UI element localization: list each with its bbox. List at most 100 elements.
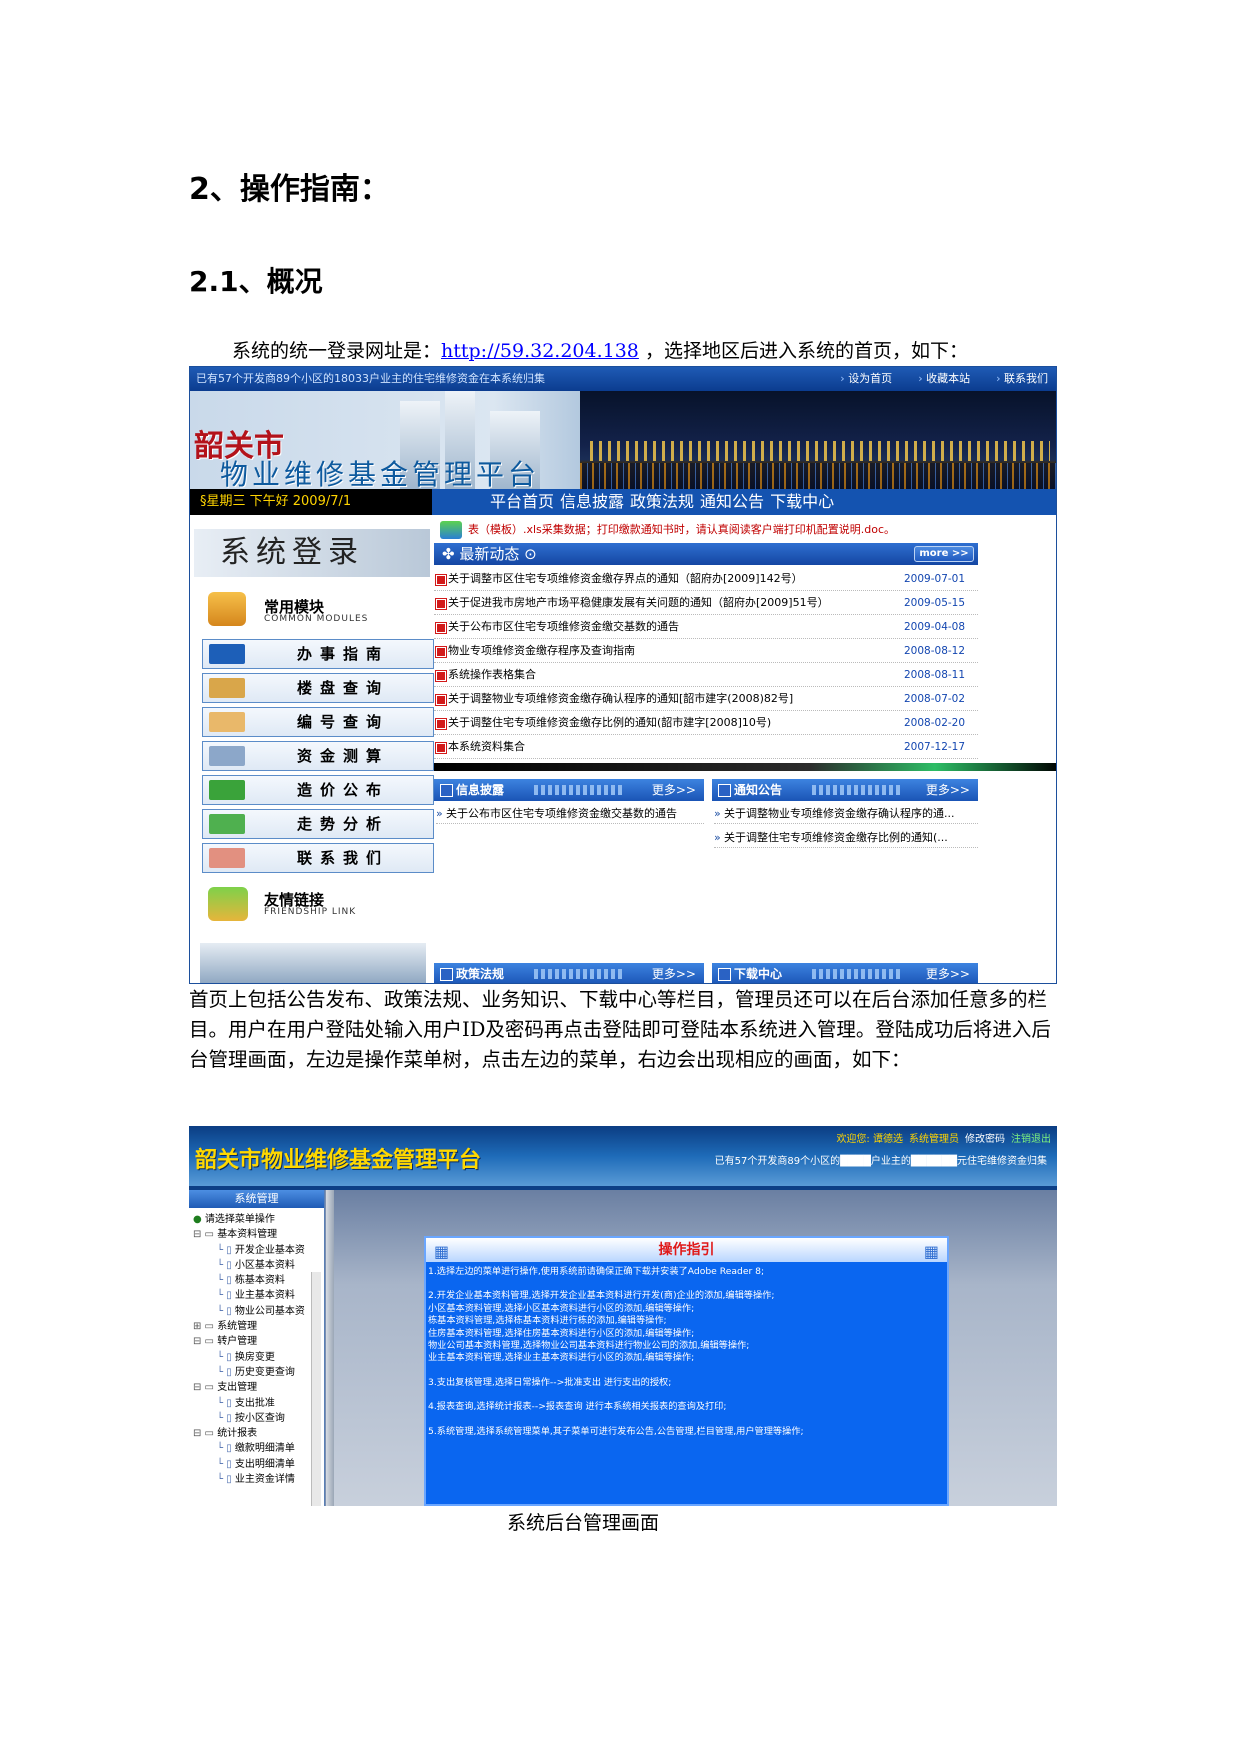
news-row[interactable]: 关于促进我市房地产市场平稳健康发展有关问题的通知（韶府办[2009]51号） 20… — [434, 591, 978, 615]
nav-notice[interactable]: 通知公告 — [700, 489, 764, 515]
news-row[interactable]: 系统操作表格集合 2008-08-11 — [434, 663, 978, 687]
tree-leaf-item[interactable]: 栋基本资料 — [193, 1273, 319, 1288]
menu-property-query[interactable]: 楼盘查询 — [202, 673, 434, 703]
panel-splitter[interactable] — [326, 1190, 334, 1506]
info-more-link[interactable]: 更多>> — [652, 779, 696, 801]
menu-label: 楼盘查询 — [297, 679, 390, 697]
tree-group-item[interactable]: 统计报表 — [193, 1426, 319, 1441]
logout-link[interactable]: 注销退出 — [1011, 1130, 1051, 1145]
portal-left-column: 系统登录 常用模块 COMMON MODULES 办事指南 楼盘查询 编号查询 … — [190, 515, 434, 983]
tree-leaf-item[interactable]: 历史变更查询 — [193, 1365, 319, 1380]
nav-download[interactable]: 下载中心 — [770, 489, 834, 515]
news-more-button[interactable]: more >> — [914, 546, 974, 562]
download-more-link[interactable]: 更多>> — [926, 963, 970, 983]
notice-text: 表（模板）.xls采集数据；打印缴款通知书时，请认真阅读客户端打印机配置说明.d… — [468, 523, 896, 536]
news-row[interactable]: 关于调整市区住宅专项维修资金缴存界点的通知（韶府办[2009]142号） 2009… — [434, 567, 978, 591]
menu-guide[interactable]: 办事指南 — [202, 639, 434, 669]
menu-label: 联系我们 — [297, 849, 390, 867]
menu-trend[interactable]: 走势分析 — [202, 809, 434, 839]
news-item-date: 2009-04-08 — [904, 621, 966, 633]
panel-dots — [812, 785, 902, 795]
tree-leaf-item[interactable]: 业主资金详情 — [193, 1472, 319, 1487]
tree-leaf-item[interactable]: 物业公司基本资 — [193, 1304, 319, 1319]
news-row[interactable]: 关于公布市区住宅专项维修资金缴交基数的通告 2009-04-08 — [434, 615, 978, 639]
description-paragraph: 首页上包括公告发布、政策法规、业务知识、下载中心等栏目，管理员还可以在后台添加任… — [189, 988, 1051, 1071]
figure-caption: 系统后台管理画面 — [507, 1512, 660, 1534]
tree-leaf-item[interactable]: 支出批准 — [193, 1396, 319, 1411]
menu-tree-header: 系统管理 — [189, 1190, 324, 1208]
nav-info[interactable]: 信息披露 — [560, 489, 624, 515]
common-modules-header: 常用模块 COMMON MODULES — [200, 590, 430, 630]
tree-leaf-item[interactable]: 业主基本资料 — [193, 1288, 319, 1303]
tree-scrollbar[interactable] — [311, 1272, 321, 1506]
nav-policy[interactable]: 政策法规 — [630, 489, 694, 515]
menu-fund-calc[interactable]: 资金测算 — [202, 741, 434, 771]
date-greeting: §星期三 下午好 2009/7/1 — [190, 489, 432, 515]
notice-item[interactable]: 关于调整住宅专项维修资金缴存比例的通知(... — [714, 829, 978, 848]
tree-leaf-item[interactable]: 小区基本资料 — [193, 1258, 319, 1273]
notice-item[interactable]: 关于调整物业专项维修资金缴存确认程序的通... — [714, 805, 978, 824]
news-item-title: 本系统资料集合 — [448, 740, 525, 753]
divider-bar — [434, 763, 1056, 771]
news-item-date: 2008-02-20 — [904, 717, 966, 729]
info-item[interactable]: 关于公布市区住宅专项维修资金缴交基数的通告 — [436, 805, 704, 824]
subsection-heading: 2.1、概况 — [189, 265, 323, 298]
tree-leaf-item[interactable]: 按小区查询 — [193, 1411, 319, 1426]
admin-content-area: 操作指引 1.选择左边的菜单进行操作,使用系统前请确保正确下载并安装了Adobe… — [334, 1190, 1057, 1506]
set-homepage-link[interactable]: 设为首页 — [840, 367, 892, 391]
nav-home[interactable]: 平台首页 — [490, 489, 554, 515]
menu-contact[interactable]: 联系我们 — [202, 843, 434, 873]
notice-panel-header: 通知公告 更多>> — [712, 779, 978, 801]
policy-more-link[interactable]: 更多>> — [652, 963, 696, 983]
news-row[interactable]: 本系统资料集合 2007-12-17 — [434, 735, 978, 759]
menu-tree: 请选择菜单操作基本资料管理开发企业基本资小区基本资料栋基本资料业主基本资料物业公… — [193, 1212, 319, 1487]
menu-label: 走势分析 — [297, 815, 390, 833]
tree-root-item[interactable]: 请选择菜单操作 — [193, 1212, 319, 1227]
intro-after: ，选择地区后进入系统的首页，如下： — [638, 340, 968, 362]
portal-stat-text: 已有57个开发商89个小区的18033户业主的住宅维修资金在本系统归集 — [196, 372, 545, 385]
info-panel-header: 信息披露 更多>> — [434, 779, 704, 801]
guide-line: 4.报表查询,选择统计报表-->报表查询 进行本系统相关报表的查询及打印; — [428, 1401, 727, 1413]
guide-title: 操作指引 — [426, 1238, 947, 1264]
tree-leaf-item[interactable]: 换房变更 — [193, 1350, 319, 1365]
guide-line: 住房基本资料管理,选择住房基本资料进行小区的添加,编辑等操作; — [428, 1327, 695, 1339]
bookmark-link[interactable]: 收藏本站 — [918, 367, 970, 391]
menu-price[interactable]: 造价公布 — [202, 775, 434, 805]
contact-link[interactable]: 联系我们 — [996, 367, 1048, 391]
news-item-title: 关于促进我市房地产市场平稳健康发展有关问题的通知（韶府办[2009]51号） — [448, 596, 829, 609]
news-row[interactable]: 关于调整住宅专项维修资金缴存比例的通知(韶市建字[2008]10号) 2008-0… — [434, 711, 978, 735]
guide-line: 1.选择左边的菜单进行操作,使用系统前请确保正确下载并安装了Adobe Read… — [428, 1266, 765, 1277]
city-thumbnail — [200, 943, 426, 983]
role-text: 系统管理员 — [909, 1134, 959, 1145]
policy-panel-header: 政策法规 更多>> — [434, 963, 704, 983]
tree-group-item[interactable]: 转户管理 — [193, 1334, 319, 1349]
tree-group-item[interactable]: 支出管理 — [193, 1380, 319, 1395]
news-item-date: 2009-05-15 — [904, 597, 966, 609]
menu-code-query[interactable]: 编号查询 — [202, 707, 434, 737]
login-title[interactable]: 系统登录 — [194, 529, 430, 577]
news-item-title: 关于调整物业专项维修资金缴存确认程序的通知[韶市建字(2008)82号] — [448, 692, 794, 705]
river-reflection — [580, 463, 1056, 489]
download-panel-header: 下载中心 更多>> — [712, 963, 978, 983]
news-item-title: 关于调整市区住宅专项维修资金缴存界点的通知（韶府办[2009]142号） — [448, 572, 803, 585]
panel-title: 通知公告 — [734, 783, 783, 797]
notice-more-link[interactable]: 更多>> — [926, 779, 970, 801]
news-row[interactable]: 物业专项维修资金缴存程序及查询指南 2008-08-12 — [434, 639, 978, 663]
tree-leaf-item[interactable]: 缴款明细清单 — [193, 1441, 319, 1456]
modules-icon — [208, 592, 246, 626]
menu-label: 办事指南 — [297, 645, 390, 663]
change-password-link[interactable]: 修改密码 — [965, 1130, 1005, 1145]
tree-leaf-item[interactable]: 支出明细清单 — [193, 1457, 319, 1472]
guide-line: 5.系统管理,选择系统管理菜单,其子菜单可进行发布公告,公告管理,栏目管理,用户… — [428, 1425, 804, 1437]
news-item-date: 2009-07-01 — [904, 573, 966, 585]
tree-group-item[interactable]: 基本资料管理 — [193, 1227, 319, 1242]
panel-title: 信息披露 — [456, 783, 505, 797]
tree-group-item[interactable]: 系统管理 — [193, 1319, 319, 1334]
news-item-title: 关于调整住宅专项维修资金缴存比例的通知(韶市建字[2008]10号) — [448, 716, 772, 729]
modules-en: COMMON MODULES — [264, 614, 369, 624]
menu-label: 造价公布 — [297, 781, 390, 799]
news-row[interactable]: 关于调整物业专项维修资金缴存确认程序的通知[韶市建字(2008)82号] 2008… — [434, 687, 978, 711]
login-url-link[interactable]: http://59.32.204.138 — [441, 340, 639, 362]
news-title: 最新动态 — [459, 545, 520, 563]
tree-leaf-item[interactable]: 开发企业基本资 — [193, 1243, 319, 1258]
